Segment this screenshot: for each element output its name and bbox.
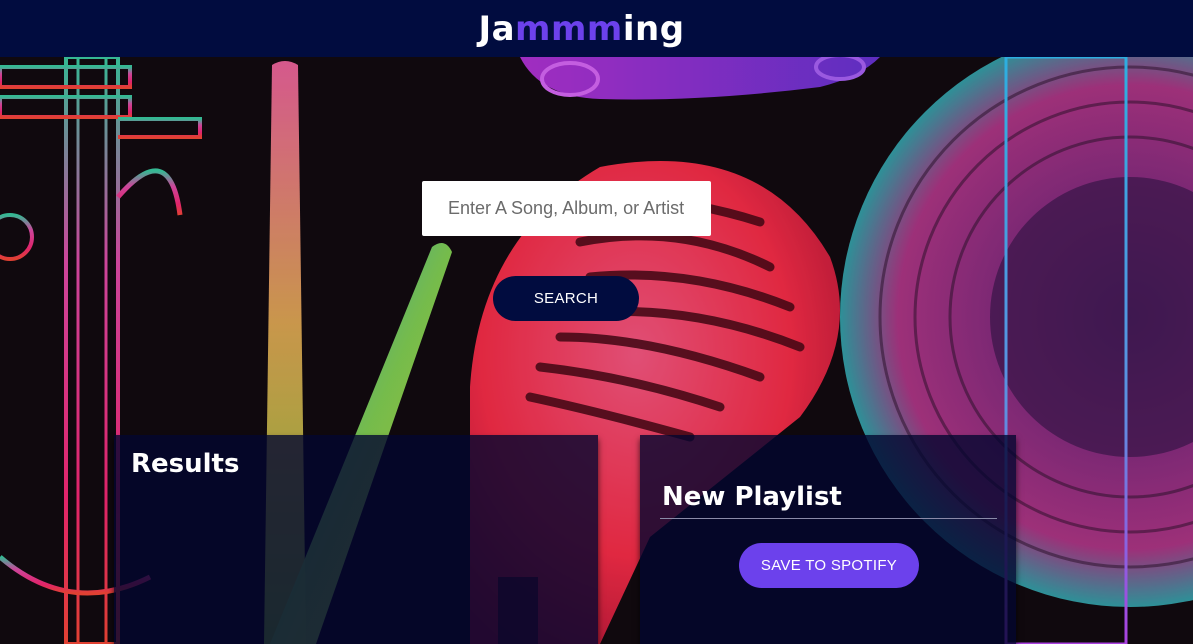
- playlist-name-input[interactable]: [660, 479, 997, 519]
- logo-text-suffix: ing: [622, 8, 685, 49]
- playlist-panel: SAVE TO SPOTIFY: [640, 435, 1016, 644]
- app-header: Jammming: [0, 0, 1193, 57]
- logo-text-prefix: Ja: [478, 8, 516, 49]
- save-to-spotify-button[interactable]: SAVE TO SPOTIFY: [739, 543, 919, 588]
- search-input[interactable]: [422, 181, 711, 236]
- results-panel: Results: [114, 435, 598, 644]
- logo-text-accent: mmm: [515, 8, 623, 49]
- results-title: Results: [131, 449, 240, 479]
- search-button[interactable]: SEARCH: [493, 276, 639, 321]
- app-logo: Jammming: [478, 12, 684, 46]
- jammming-app: Jammming Enter A Song, Album, or Artist …: [0, 0, 1193, 644]
